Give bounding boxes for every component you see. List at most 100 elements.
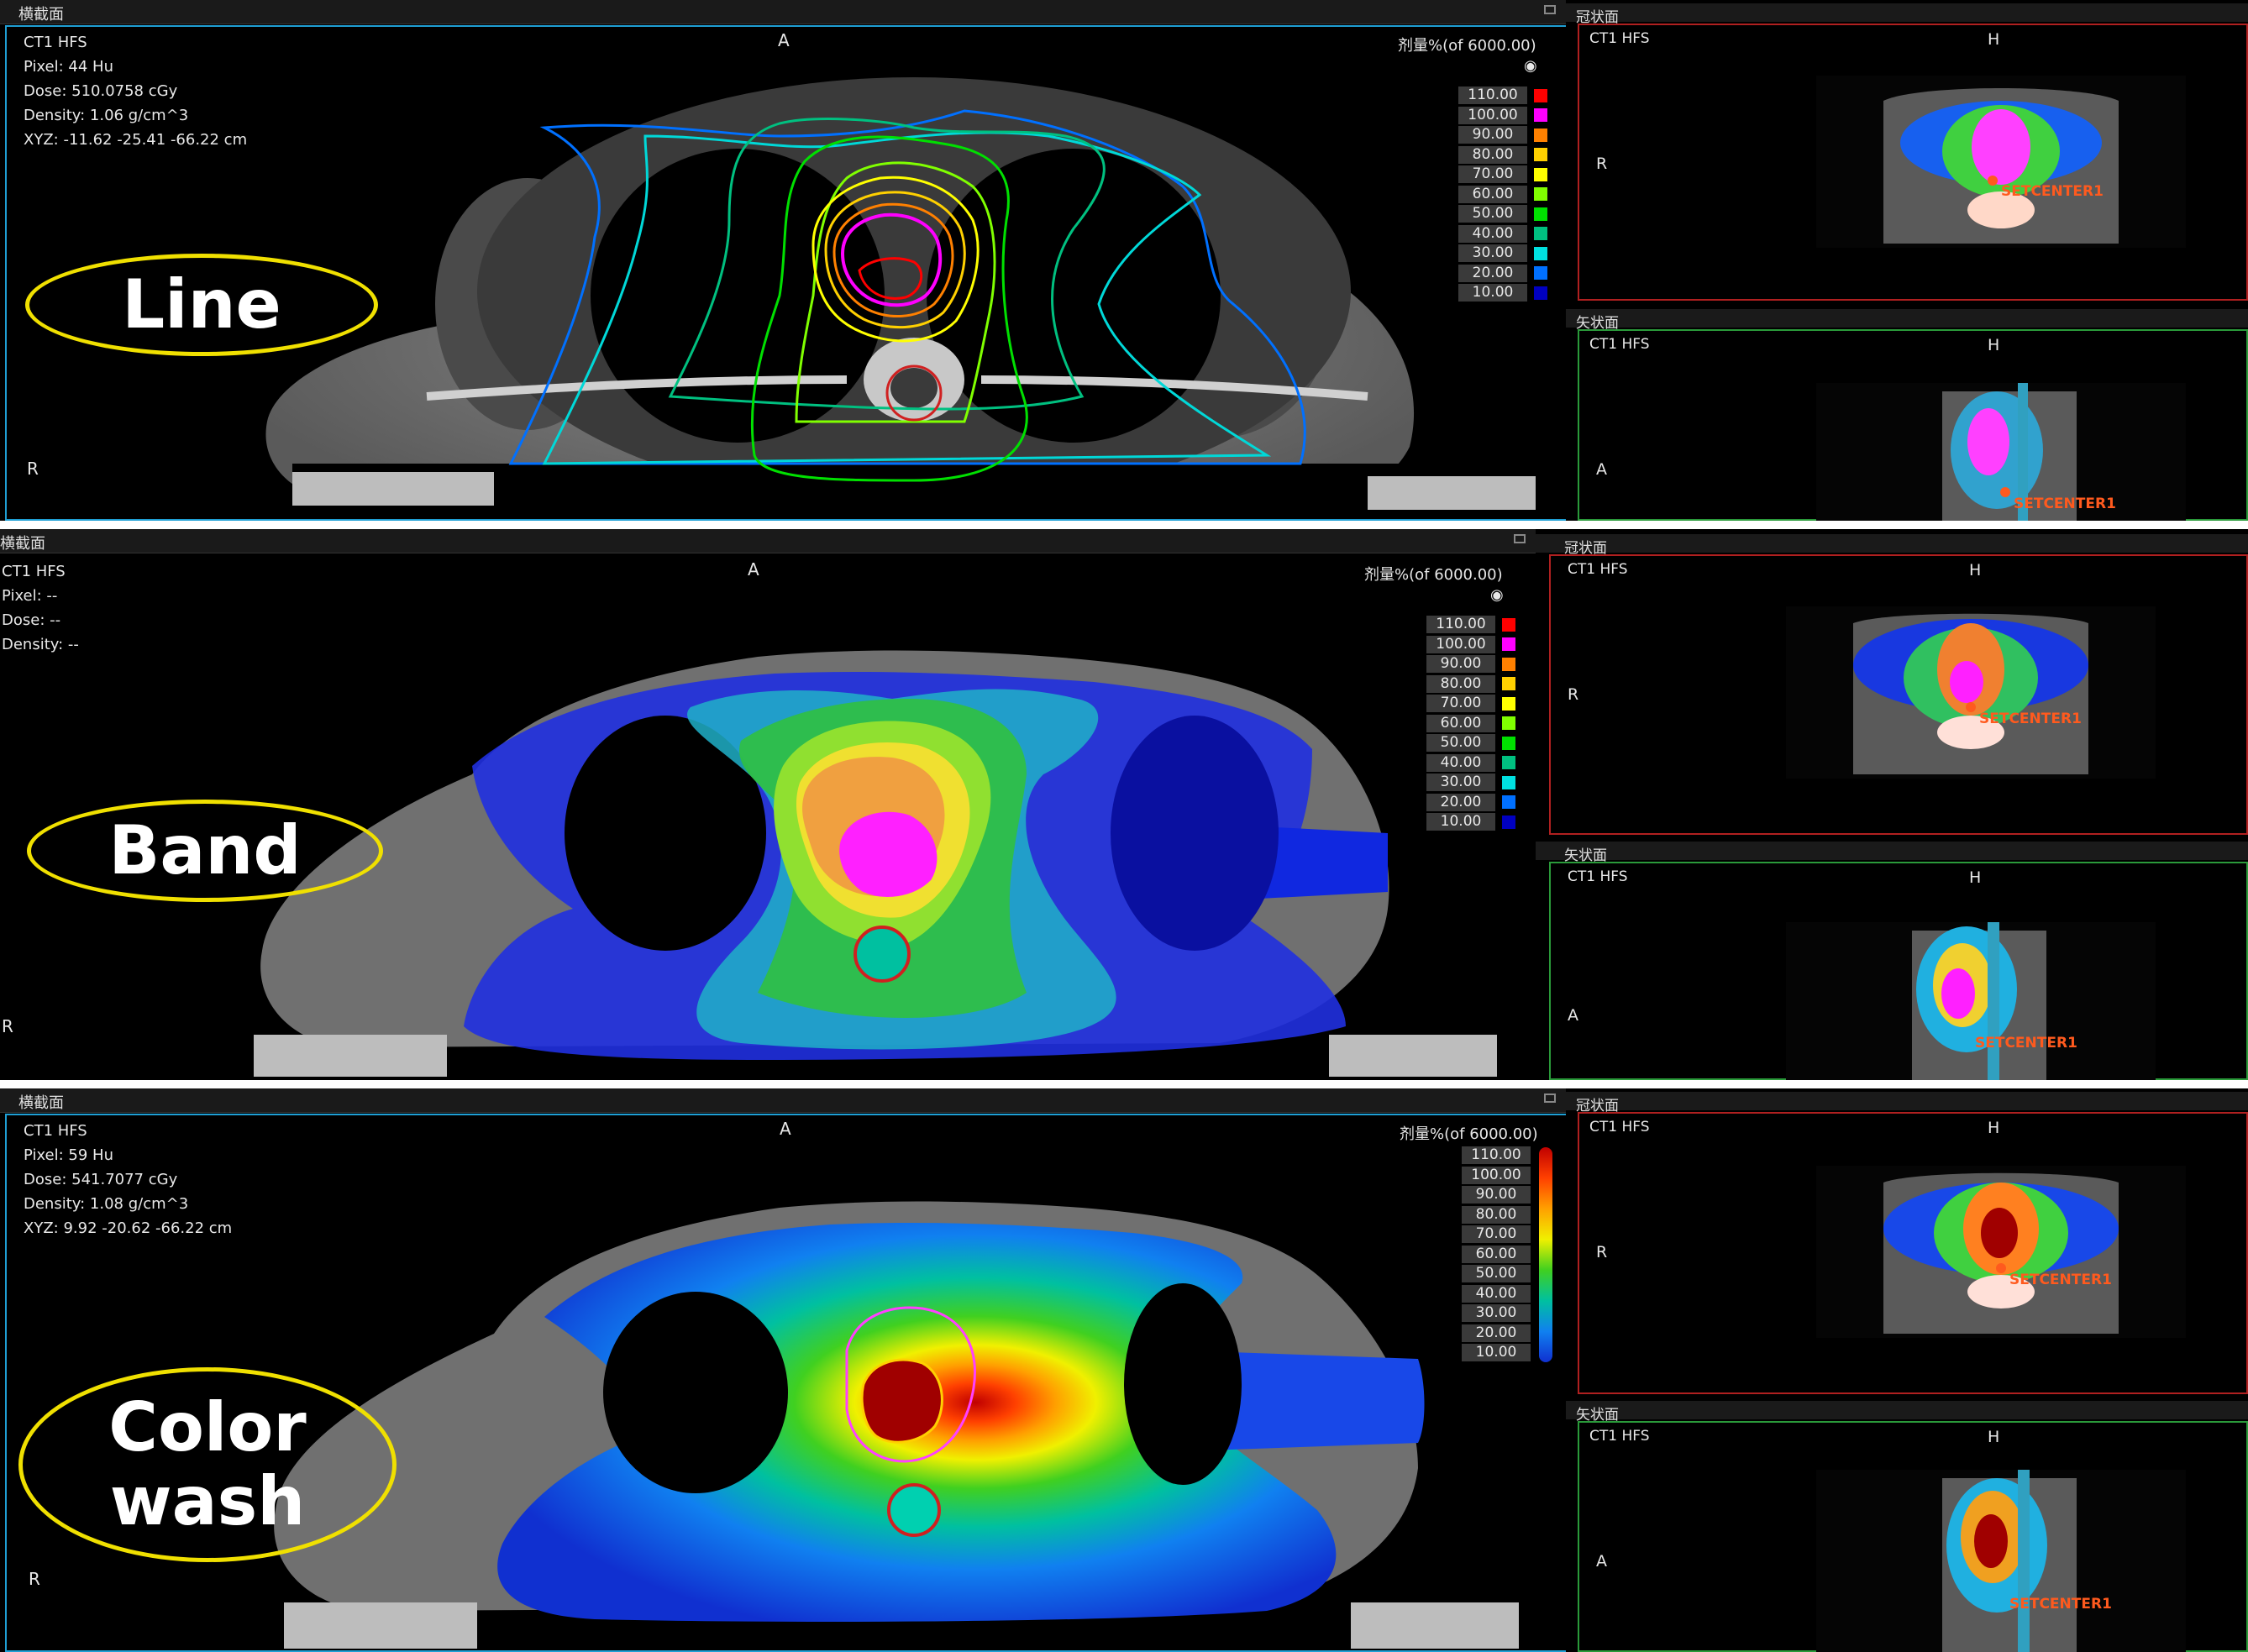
legend-row: 20.00 [1458,264,1547,284]
axial-view-header: 横截面 [0,0,1566,24]
legend-swatch[interactable] [1502,815,1515,829]
orientation-anterior-label: A [748,559,759,580]
legend-swatch[interactable] [1502,677,1515,691]
legend-row: 40.00 [1426,753,1515,774]
image-set-label: CT1 HFS [1589,30,1650,47]
maximize-icon[interactable] [1544,5,1556,14]
eye-icon[interactable]: ◉ [1490,586,1504,604]
coronal-viewport[interactable]: CT1 HFS H R SETCENTER1 [1578,24,2248,301]
legend-swatch[interactable] [1534,246,1547,260]
legend-swatch[interactable] [1502,657,1515,671]
image-set-label: CT1 HFS [2,563,66,580]
legend-value: 20.00 [1426,793,1495,811]
legend-swatch[interactable] [1534,128,1547,142]
axial-viewport[interactable]: CT1 HFS Pixel: 44 Hu Dose: 510.0758 cGy … [5,25,1566,521]
orientation-right-label: R [1596,1243,1608,1261]
coronal-viewport[interactable]: CT1 HFS H R SETCENTER1 [1549,554,2248,835]
dose-legend-header: 剂量%(of 6000.00) [1398,37,1536,55]
dose-legend-header: 剂量%(of 6000.00) [1400,1125,1538,1143]
legend-value: 40.00 [1462,1284,1531,1303]
legend-swatch[interactable] [1502,716,1515,731]
legend-value: 60.00 [1462,1245,1531,1263]
view-title: 横截面 [18,1094,64,1112]
view-title: 横截面 [18,6,64,24]
axial-view-panel: 横截面 [0,1088,1566,1652]
legend-swatch[interactable] [1534,108,1547,123]
legend-row: 20.00 [1462,1324,1537,1344]
legend-row: 90.00 [1458,125,1547,145]
legend-swatch[interactable] [1534,266,1547,281]
orientation-anterior-label: A [1596,460,1607,479]
legend-value: 40.00 [1458,224,1527,243]
sagittal-image: SETCENTER1 [1816,1470,2186,1652]
legend-swatch[interactable] [1502,795,1515,810]
orientation-anterior-label: A [1568,1006,1578,1025]
legend-swatch[interactable] [1534,207,1547,221]
isodose-legend: 110.00 100.00 90.00 80.00 70.00 60.00 50.00 40.… [1426,615,1515,832]
legend-swatch[interactable] [1534,187,1547,202]
dose-legend-header: 剂量%(of 6000.00) [1364,566,1503,584]
legend-value: 60.00 [1426,714,1495,732]
sagittal-view-header: 矢状面 [1536,842,2248,864]
orientation-right-label: R [29,1569,40,1589]
legend-swatch[interactable] [1534,88,1547,102]
legend-swatch[interactable] [1534,227,1547,241]
maximize-icon[interactable] [1514,534,1526,543]
legend-swatch[interactable] [1502,617,1515,632]
orientation-head-label: H [1988,30,2000,49]
legend-swatch[interactable] [1502,756,1515,770]
legend-value: 70.00 [1458,165,1527,184]
axial-viewport[interactable]: CT1 HFS Pixel: -- Dose: -- Density: -- A… [0,554,1536,1080]
mode-callout: Color wash [18,1367,397,1562]
legend-value: 60.00 [1458,185,1527,203]
image-set-label: CT1 HFS [1589,336,1650,353]
right-views: 冠状面 CT1 HFS H R SETCENTER1 矢状面 CT1 HFS H… [1566,1088,2248,1652]
legend-swatch[interactable] [1534,148,1547,162]
density-value: Density: -- [2,636,79,653]
legend-value: 90.00 [1426,655,1495,674]
coronal-viewport[interactable]: CT1 HFS H R SETCENTER1 [1578,1112,2248,1394]
legend-row: 60.00 [1462,1245,1537,1265]
legend-row: 90.00 [1426,654,1515,674]
legend-row: 60.00 [1458,185,1547,205]
orientation-right-label: R [1568,685,1579,704]
legend-value: 80.00 [1458,145,1527,164]
legend-value: 30.00 [1458,244,1527,263]
coronal-image: SETCENTER1 [1786,606,2156,779]
sagittal-viewport[interactable]: CT1 HFS H A SETCENTER1 [1578,329,2248,521]
axial-viewport[interactable]: CT1 HFS Pixel: 59 Hu Dose: 541.7077 cGy … [5,1114,1566,1652]
legend-value: 100.00 [1458,106,1527,124]
axial-view-panel: 横截面 [0,0,1566,521]
legend-value: 10.00 [1462,1344,1531,1362]
legend-swatch[interactable] [1502,775,1515,789]
legend-value: 110.00 [1458,87,1527,105]
axial-view-panel: 横截面 CT1 HFS Pixel: -- Dose: -- Density: … [0,529,1536,1080]
legend-row: 100.00 [1462,1166,1537,1186]
sagittal-viewport[interactable]: CT1 HFS H A SETCENTER1 [1549,862,2248,1080]
legend-value: 50.00 [1458,205,1527,223]
right-views: 冠状面 CT1 HFS H R SETCENTER1 矢状面 CT1 HFS H… [1536,529,2248,1080]
pixel-value: Pixel: 44 Hu [24,58,113,76]
legend-swatch[interactable] [1502,736,1515,750]
legend-value: 80.00 [1462,1205,1531,1224]
legend-value: 110.00 [1462,1146,1531,1165]
maximize-icon[interactable] [1544,1093,1556,1103]
legend-swatch[interactable] [1502,637,1515,652]
dose-value: Dose: -- [2,611,61,629]
legend-row: 60.00 [1426,714,1515,734]
orientation-anterior-label: A [780,1119,791,1139]
isodose-legend: 110.00 100.00 90.00 80.00 70.00 60.00 50.00 40.… [1462,1146,1552,1363]
orientation-right-label: R [1596,155,1608,173]
legend-value: 50.00 [1426,734,1495,753]
isocenter-label: SETCENTER1 [2001,183,2104,200]
eye-icon[interactable]: ◉ [1524,57,1537,75]
legend-row: 70.00 [1462,1225,1537,1245]
legend-value: 20.00 [1462,1324,1531,1342]
legend-swatch[interactable] [1534,167,1547,181]
legend-value: 90.00 [1462,1186,1531,1204]
legend-swatch[interactable] [1502,696,1515,711]
sagittal-viewport[interactable]: CT1 HFS H A SETCENTER1 [1578,1421,2248,1652]
isocenter-label: SETCENTER1 [2009,1596,2112,1613]
image-set-label: CT1 HFS [24,1122,87,1140]
legend-swatch[interactable] [1534,286,1547,300]
